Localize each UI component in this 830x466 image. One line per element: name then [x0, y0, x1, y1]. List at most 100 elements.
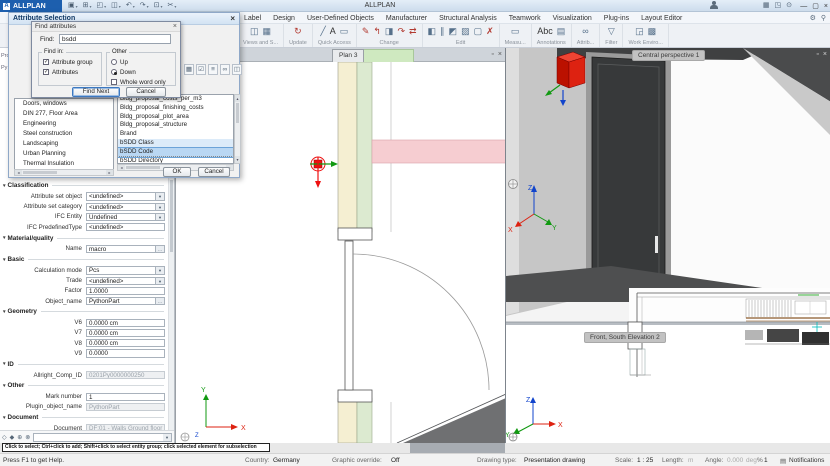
menu-item-visualization[interactable]: Visualization: [553, 15, 592, 22]
popup-title-bar[interactable]: Find attributes ×: [32, 22, 180, 32]
radio-row[interactable]: Up: [107, 57, 175, 67]
viewport-origin-icon[interactable]: [181, 433, 189, 441]
filter-icon[interactable]: ▽: [608, 25, 615, 38]
copy-elements-icon[interactable]: ◨: [385, 25, 394, 38]
section-header[interactable]: ▾Basic: [0, 254, 168, 266]
move-icon[interactable]: ↰: [373, 25, 381, 38]
notifications-link[interactable]: Notifications: [789, 457, 824, 464]
section-header[interactable]: ▾Geometry: [0, 306, 168, 318]
chevron-down-icon[interactable]: ▾: [163, 433, 172, 442]
checkbox-row[interactable]: ✓Attribute group: [39, 57, 101, 67]
popup-cancel-button[interactable]: Cancel: [126, 87, 166, 97]
dimension-icon[interactable]: ▤: [557, 25, 566, 38]
field-factor[interactable]: 1.0000: [86, 287, 165, 295]
scrollbar-thumb[interactable]: [126, 166, 160, 169]
field-v6[interactable]: 0.0000 cm: [86, 319, 165, 327]
list-item[interactable]: Bldg_proposal_structure: [118, 121, 233, 130]
viewport-close-icon[interactable]: ×: [498, 50, 502, 60]
collapse-icon[interactable]: ▾: [3, 415, 6, 421]
checkbox-icon[interactable]: ✓: [43, 69, 49, 75]
section-header[interactable]: ▾ID: [0, 358, 168, 370]
menu-item-plug-ins[interactable]: Plug-ins: [604, 15, 629, 22]
checked-filter-icon[interactable]: ☑: [196, 64, 206, 75]
close-icon[interactable]: ×: [173, 23, 177, 30]
close-icon[interactable]: ×: [230, 14, 235, 24]
dropdown-button[interactable]: ▾: [156, 277, 165, 285]
collapse-icon[interactable]: ▾: [3, 361, 6, 367]
menu-item-user-defined-objects[interactable]: User-Defined Objects: [307, 15, 374, 22]
line-icon[interactable]: ╱: [320, 25, 325, 38]
list-view-icon[interactable]: ▦: [184, 64, 194, 75]
list-item[interactable]: Brand: [118, 130, 233, 139]
collapse-icon[interactable]: ▾: [3, 257, 6, 263]
dropdown-caret-icon[interactable]: ▾: [174, 4, 176, 9]
find-next-button[interactable]: Find Next: [72, 87, 120, 97]
align-icon[interactable]: ∥: [440, 25, 445, 38]
field-v8[interactable]: 0.0000 cm: [86, 339, 165, 347]
dropdown-caret-icon[interactable]: ▾: [76, 4, 78, 9]
new-window-icon[interactable]: ▣: [68, 1, 75, 11]
percent-value[interactable]: 1: [764, 457, 768, 464]
transfer-properties-icon[interactable]: ◆: [10, 434, 15, 441]
length-value[interactable]: m: [688, 457, 693, 464]
list-item[interactable]: Doors, windows: [15, 99, 113, 109]
country-value[interactable]: Germany: [273, 457, 300, 464]
favorites-icon[interactable]: ∞: [220, 64, 230, 75]
field-ifc-entity[interactable]: Undefined: [86, 213, 156, 221]
door-leaf[interactable]: [345, 241, 353, 390]
close-button[interactable]: ×: [824, 3, 828, 10]
account-area[interactable]: [710, 1, 718, 10]
open-file-icon[interactable]: ⊞: [83, 1, 89, 11]
select-box-icon[interactable]: ▭: [340, 25, 349, 38]
hatch-icon[interactable]: ▨: [461, 25, 470, 38]
menu-item-teamwork[interactable]: Teamwork: [509, 15, 541, 22]
tab-plan-3[interactable]: Plan 3: [332, 49, 364, 62]
dropdown-button[interactable]: ▾: [156, 213, 165, 221]
dropdown-button[interactable]: ▾: [156, 203, 165, 211]
radio-icon[interactable]: [111, 59, 117, 65]
save-favorite-icon[interactable]: ⊗: [25, 434, 30, 441]
door-panel-3d[interactable]: [592, 57, 665, 293]
ok-button[interactable]: OK: [163, 167, 191, 177]
element-origin-marker[interactable]: [310, 157, 338, 188]
viewport-restore-icon[interactable]: ▫: [491, 50, 493, 60]
load-favorite-icon[interactable]: ⊕: [17, 434, 22, 441]
scrollbar-thumb[interactable]: [236, 103, 239, 123]
list-item[interactable]: Bldg_proposal_finishing_costs: [118, 104, 233, 113]
section-header[interactable]: ▾Material/quality: [0, 232, 168, 244]
section-header[interactable]: ▾Other: [0, 380, 168, 392]
field-attribute-set-object[interactable]: <undefined>: [86, 192, 156, 200]
section-header[interactable]: ▾Classification: [0, 180, 168, 192]
list-item[interactable]: Steel construction: [15, 129, 113, 139]
sections-icon[interactable]: ▦: [263, 25, 272, 38]
columns-icon[interactable]: ◫: [232, 64, 242, 75]
viewport-divider[interactable]: [506, 322, 830, 325]
shop-icon[interactable]: ◳: [775, 1, 782, 9]
palette-scrollbar-thumb[interactable]: [170, 180, 173, 252]
field-calculation-mode[interactable]: Pcs: [86, 266, 156, 274]
scrollbar-thumb[interactable]: [23, 171, 57, 174]
right-canvas[interactable]: Z X Y: [506, 48, 830, 443]
palette-tab-python[interactable]: Py: [1, 65, 7, 71]
graphic-override-value[interactable]: Off: [391, 457, 400, 464]
dropdown-caret-icon[interactable]: ▾: [133, 4, 135, 9]
sort-icon[interactable]: ≡: [208, 64, 218, 75]
browse-button[interactable]: …: [156, 297, 165, 305]
field-attribute-set-category[interactable]: <undefined>: [86, 203, 156, 211]
measure-icon[interactable]: ▭: [511, 25, 520, 38]
menu-item-design[interactable]: Design: [273, 15, 295, 22]
region-icon[interactable]: ▢: [474, 25, 483, 38]
collapse-icon[interactable]: ▾: [3, 383, 6, 389]
menu-item-manufacturer[interactable]: Manufacturer: [386, 15, 427, 22]
text-icon[interactable]: A: [330, 25, 336, 38]
checkbox-row[interactable]: Whole word only: [107, 77, 175, 87]
viewport-close-icon[interactable]: ×: [823, 50, 827, 60]
list-item[interactable]: Bldg_proposal_plot_area: [118, 113, 233, 122]
drawing-type-value[interactable]: Presentation drawing: [524, 457, 585, 464]
help-menu-icon[interactable]: ⊙: [786, 1, 792, 9]
section-header[interactable]: ▾Document: [0, 412, 168, 424]
collapse-icon[interactable]: ▾: [3, 183, 6, 189]
field-v9[interactable]: 0.0000: [86, 349, 165, 357]
list-item[interactable]: bSDD Code: [118, 148, 233, 157]
abc-label-icon[interactable]: Abc: [537, 25, 553, 38]
